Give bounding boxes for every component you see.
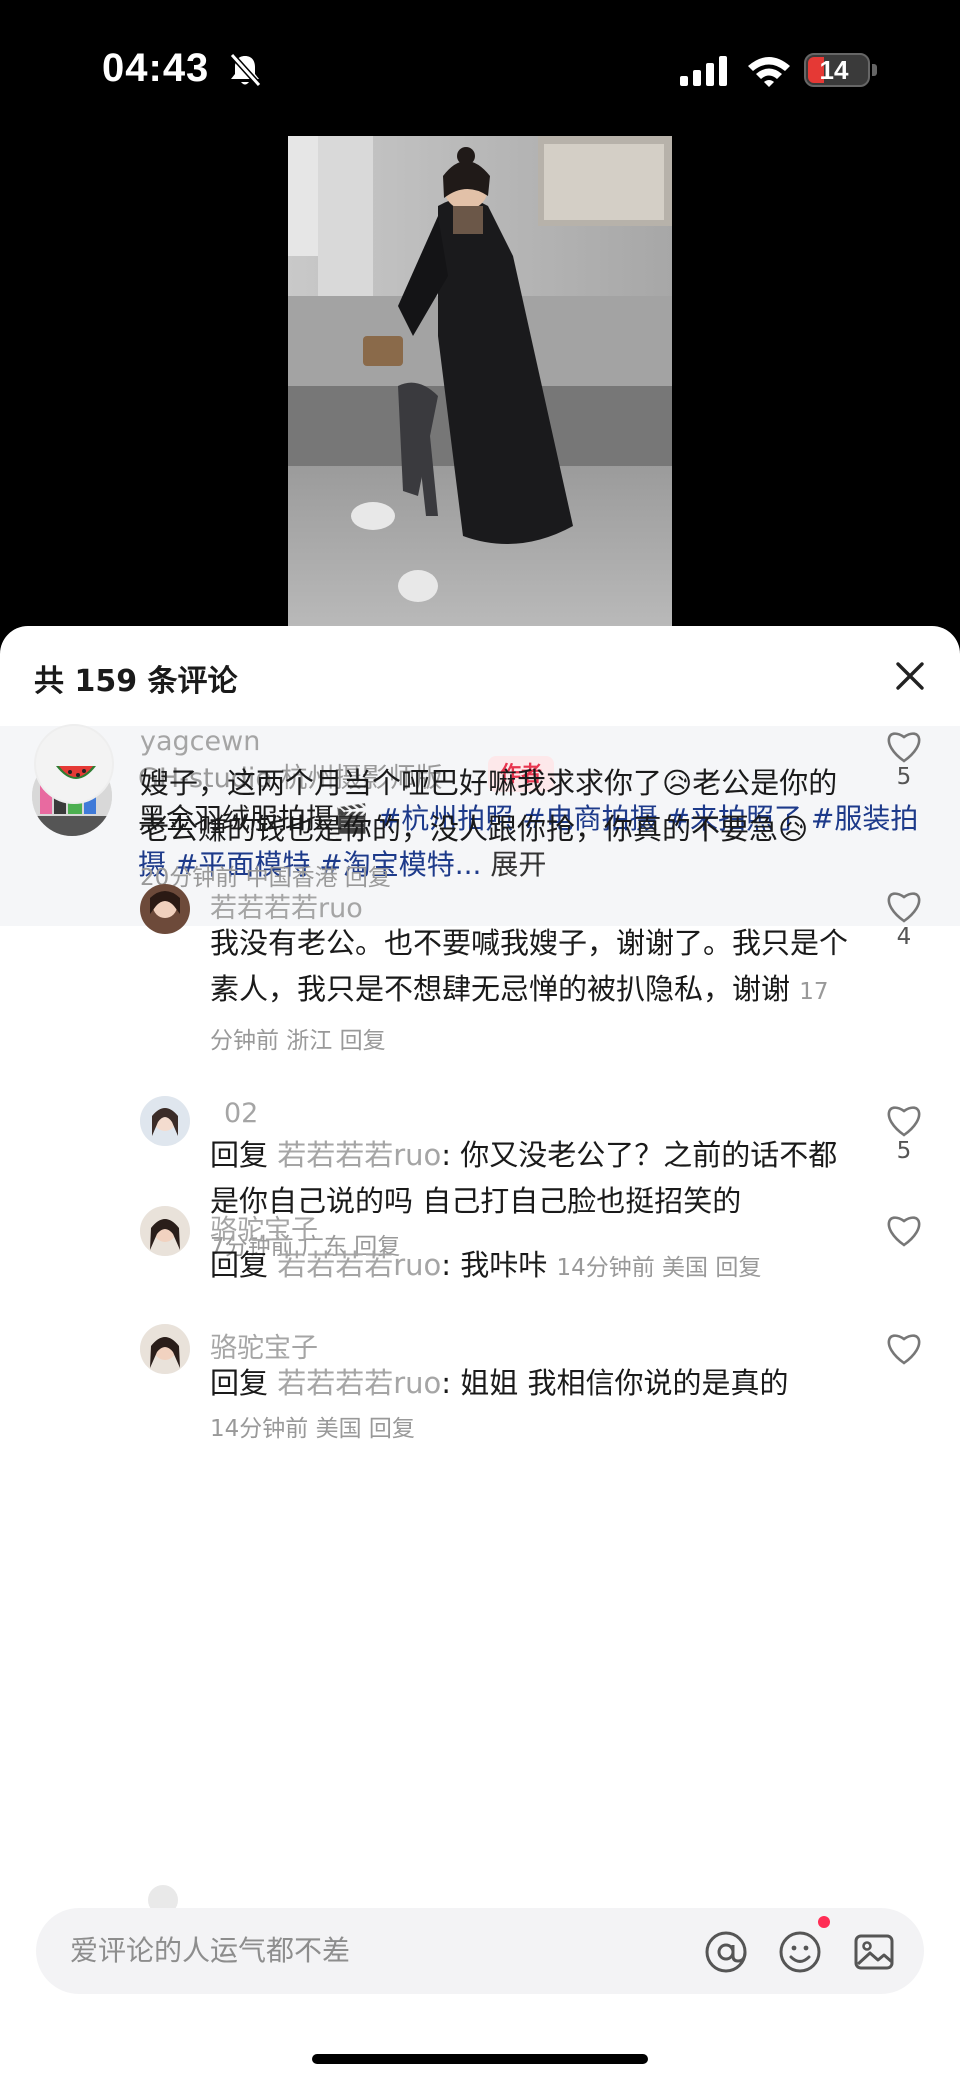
comment-sheet: 共 159 条评论 GH-studio 杭州摄影师版 作者 黑金羽绒服拍摄🎬 #… xyxy=(0,626,960,2086)
reply-prefix: 回复 xyxy=(210,1248,278,1282)
emoji-icon[interactable] xyxy=(776,1928,824,1976)
portrait-avatar-image xyxy=(140,1206,190,1256)
reply-prefix: 回复 xyxy=(210,1366,278,1400)
portrait-avatar-image xyxy=(140,1324,190,1374)
commenter-avatar[interactable] xyxy=(140,1324,190,1374)
portrait-avatar-image xyxy=(140,884,190,934)
like-count: 5 xyxy=(896,1138,912,1164)
comment-text: 嫂子，这两个月当个哑巴好嘛我求求你了😥老公是你的老公赚的钱也是你的，没人跟你抢，… xyxy=(140,766,838,846)
commenter-name[interactable]: 02 xyxy=(224,1098,258,1129)
status-bar: 04:43 14 xyxy=(0,0,960,136)
commenter-avatar[interactable] xyxy=(140,1206,190,1256)
post-photo[interactable] xyxy=(288,136,672,626)
commenter-avatar[interactable] xyxy=(34,724,114,804)
wifi-icon xyxy=(748,57,790,87)
comment-input[interactable]: 爱评论的人运气都不差 xyxy=(36,1908,924,1994)
bell-off-icon xyxy=(229,52,262,88)
battery-cap xyxy=(872,64,877,76)
home-indicator[interactable] xyxy=(312,2054,648,2064)
reply-target-name[interactable]: 若若若若ruo xyxy=(277,1366,441,1400)
comment-body: 回复 若若若若ruo: 我咔咔 14分钟前 美国 回复 xyxy=(210,1242,850,1291)
like-count: 4 xyxy=(896,924,912,950)
reply-target-name[interactable]: 若若若若ruo xyxy=(277,1138,441,1172)
comment-text: : 我咔咔 xyxy=(441,1248,548,1282)
comment-meta[interactable]: 14分钟前 美国 回复 xyxy=(556,1255,761,1281)
image-icon[interactable] xyxy=(850,1928,898,1976)
battery-indicator: 14 xyxy=(804,53,870,87)
close-icon[interactable] xyxy=(890,656,930,696)
commenter-avatar[interactable] xyxy=(140,884,190,934)
comment-meta[interactable]: 14分钟前 美国 回复 xyxy=(210,1406,850,1452)
cellular-signal-icon xyxy=(680,56,727,86)
comment-count-title: 共 159 条评论 xyxy=(34,664,238,699)
commenter-name[interactable]: yagcewn xyxy=(140,726,260,757)
emoji-notification-dot xyxy=(818,1916,830,1928)
heart-icon[interactable] xyxy=(884,1212,924,1248)
battery-level: 14 xyxy=(819,55,849,85)
comment-body: 回复 若若若若ruo: 姐姐 我相信你说的是真的 14分钟前 美国 回复 xyxy=(210,1360,850,1452)
reply-prefix: 回复 xyxy=(210,1138,278,1172)
commenter-avatar[interactable] xyxy=(140,1096,190,1146)
portrait-avatar-image xyxy=(140,1096,190,1146)
reply-target-name[interactable]: 若若若若ruo xyxy=(277,1248,441,1282)
heart-icon[interactable] xyxy=(884,1330,924,1366)
like-count: 5 xyxy=(896,764,912,790)
at-mention-icon[interactable] xyxy=(702,1928,750,1976)
fashion-photo-image xyxy=(288,136,672,626)
comment-body: 嫂子，这两个月当个哑巴好嘛我求求你了😥老公是你的老公赚的钱也是你的，没人跟你抢，… xyxy=(140,760,840,901)
status-time: 04:43 xyxy=(102,46,210,90)
comment-body: 我没有老公。也不要喊我嫂子，谢谢了。我只是个素人，我只是不想肆无忌惮的被扒隐私，… xyxy=(210,920,850,1064)
comment-text: : 姐姐 我相信你说的是真的 xyxy=(441,1366,789,1400)
comment-text: 我没有老公。也不要喊我嫂子，谢谢了。我只是个素人，我只是不想肆无忌惮的被扒隐私，… xyxy=(210,926,849,1006)
heart-icon[interactable] xyxy=(884,728,924,764)
heart-icon[interactable] xyxy=(884,1102,924,1138)
comment-input-placeholder: 爱评论的人运气都不差 xyxy=(70,1934,351,1967)
heart-icon[interactable] xyxy=(884,888,924,924)
